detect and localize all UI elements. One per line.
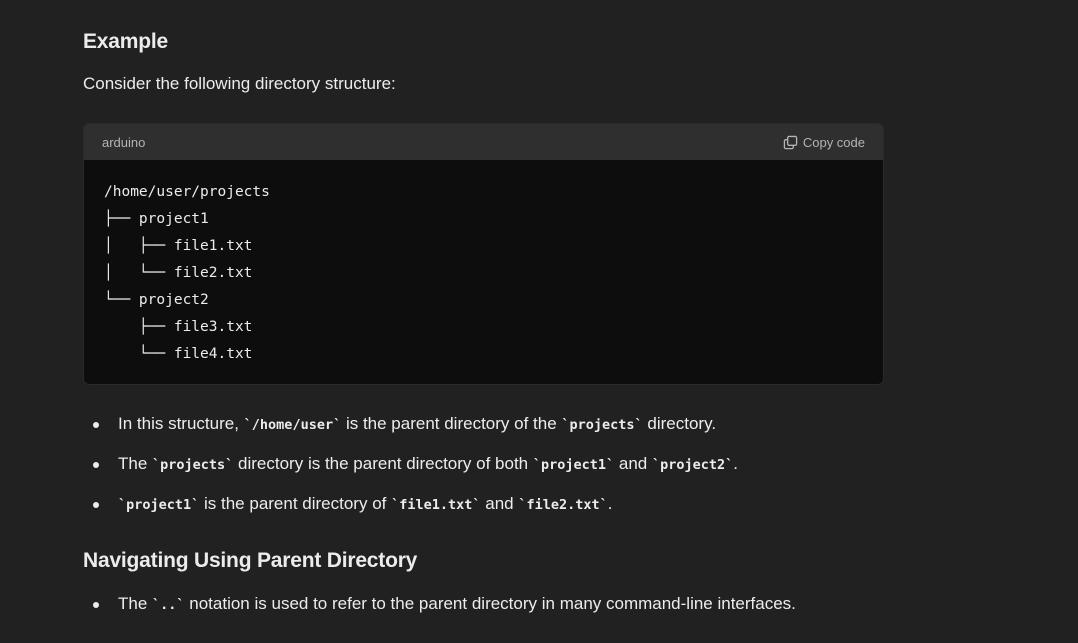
code-header: arduino Copy code [84, 124, 883, 160]
list-item-text: directory. [642, 414, 717, 433]
list-item-text: is the parent directory of [199, 494, 392, 513]
list-item-text: is the parent directory of the [341, 414, 562, 433]
copy-code-label: Copy code [802, 134, 865, 150]
list-item: In this structure, `/home/user` is the p… [83, 412, 884, 452]
code-content: /home/user/projects ├── project1 │ ├── f… [84, 160, 883, 368]
bullet-list: The `..` notation is used to refer to th… [83, 592, 884, 632]
inline-code: `project1` [532, 457, 615, 473]
code-line: │ ├── file1.txt [104, 238, 253, 254]
inline-code: `projects` [152, 457, 234, 473]
inline-code: `project1` [118, 497, 200, 513]
code-line: └── file4.txt [104, 346, 253, 362]
inline-code: `..` [152, 597, 185, 613]
list-item-text: and [614, 454, 652, 473]
list-item: The `projects` directory is the parent d… [83, 452, 884, 492]
bullet-list: In this structure, `/home/user` is the p… [83, 412, 884, 532]
list-item: The `..` notation is used to refer to th… [83, 592, 884, 632]
code-block: arduino Copy code /home/user/projects ├─… [83, 123, 884, 385]
code-line: │ └── file2.txt [104, 265, 253, 281]
inline-code: `projects` [561, 417, 643, 433]
list-item-text: directory is the parent directory of bot… [233, 454, 533, 473]
list-item-text: . [607, 494, 613, 513]
section-heading-example: Example [83, 30, 168, 53]
inline-code: `file2.txt` [518, 497, 608, 513]
inline-code: `file1.txt` [391, 497, 481, 513]
list-item-text: and [480, 494, 519, 513]
inline-code: `project2` [651, 457, 734, 473]
intro-text: Consider the following directory structu… [83, 74, 396, 93]
code-language-label: arduino [102, 134, 146, 150]
list-item-text: In this structure, [118, 414, 244, 433]
section-heading-navigating: Navigating Using Parent Directory [83, 549, 418, 572]
code-line: ├── file3.txt [104, 319, 253, 335]
copy-code-button[interactable]: Copy code [783, 135, 865, 150]
list-item: `project1` is the parent directory of `f… [83, 492, 884, 532]
copy-icon [783, 135, 798, 150]
list-item-text: . [733, 454, 738, 473]
list-item-text: The [118, 594, 153, 613]
list-item-text: The [118, 454, 153, 473]
code-line: ├── project1 [104, 211, 209, 227]
code-line: └── project2 [104, 292, 209, 308]
list-item-text: notation is used to refer to the parent … [184, 594, 796, 613]
code-line: /home/user/projects [104, 184, 270, 200]
inline-code: `/home/user` [243, 417, 342, 433]
